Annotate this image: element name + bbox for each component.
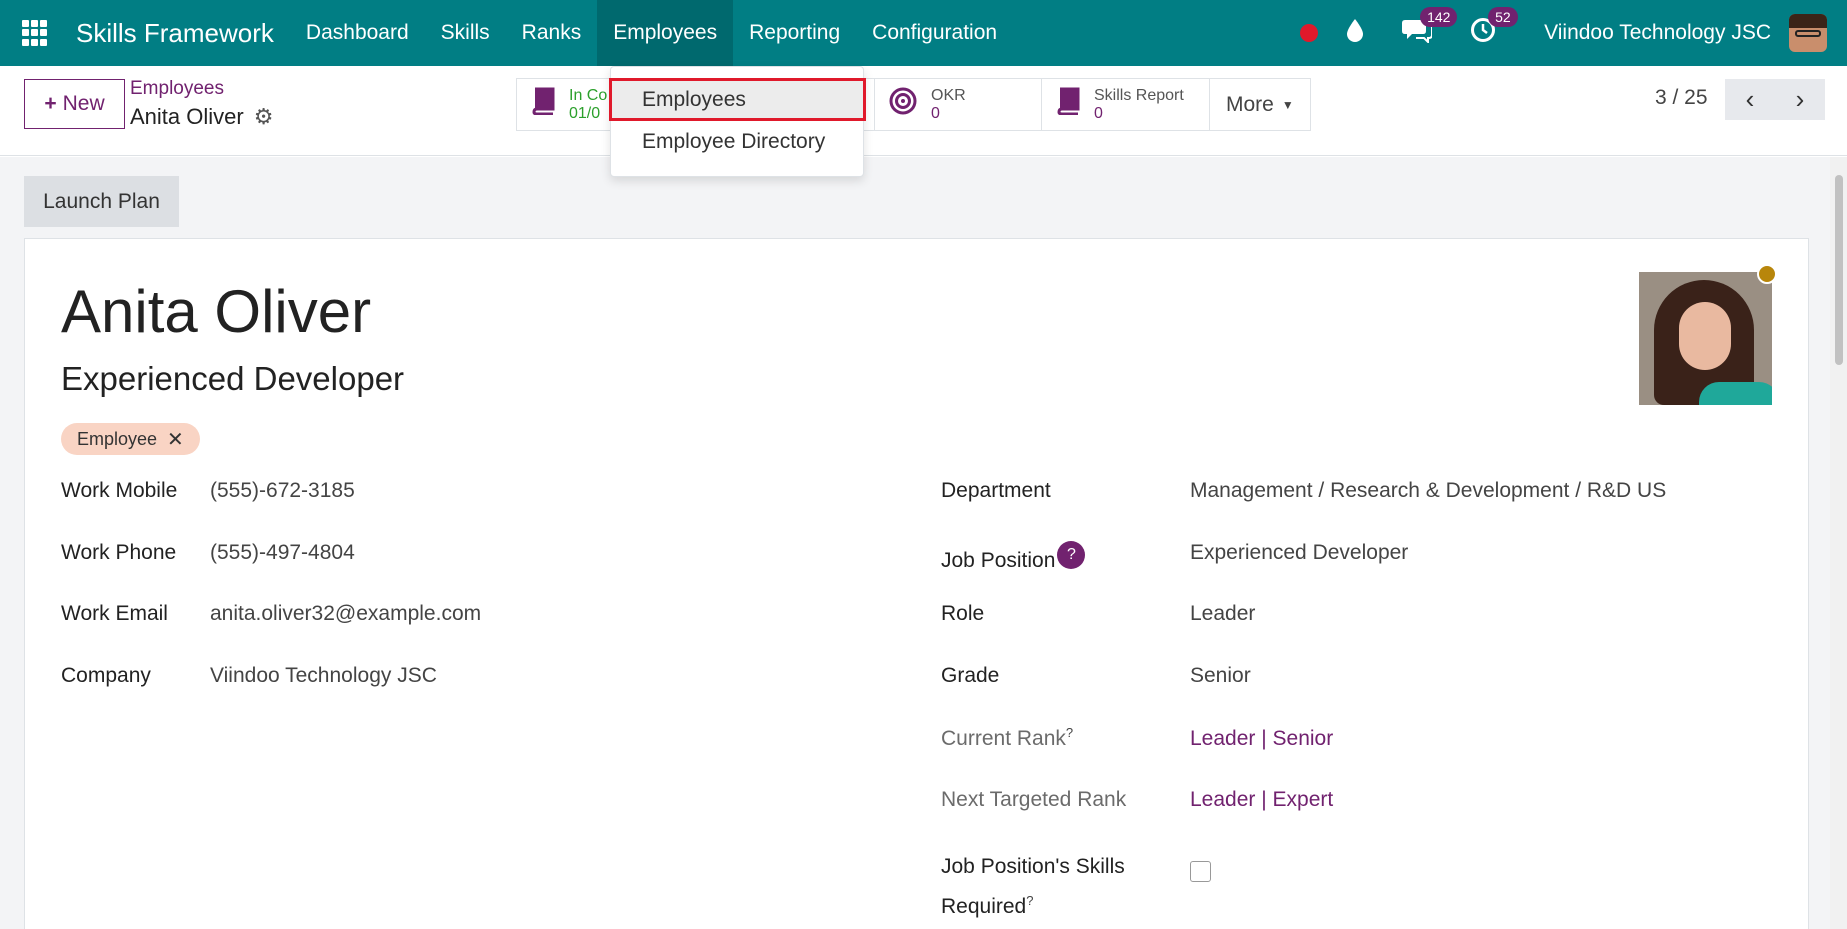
tag-label: Employee [77, 428, 158, 449]
label-job-position-text: Job Position [941, 549, 1056, 572]
launch-plan-button[interactable]: Launch Plan [24, 176, 179, 227]
user-avatar[interactable] [1789, 14, 1827, 52]
employee-name[interactable]: Anita Oliver [61, 277, 371, 346]
label-job-position: Job Position? [941, 541, 1086, 573]
pager-next-button[interactable]: › [1775, 79, 1825, 120]
stat-label-in-contract: In Co [569, 86, 608, 104]
skills-required-checkbox[interactable] [1190, 861, 1211, 882]
company-field[interactable]: Viindoo Technology JSC [210, 664, 437, 688]
chevron-left-icon: ‹ [1745, 84, 1755, 114]
more-stats-button[interactable]: More ▼ [1210, 79, 1310, 130]
stat-label-okr: OKR [931, 86, 966, 104]
breadcrumb-current-label: Anita Oliver [130, 104, 244, 129]
next-targeted-rank-link[interactable]: Leader | Expert [1190, 788, 1333, 812]
label-department: Department [941, 479, 1051, 502]
activities-badge: 52 [1488, 6, 1518, 27]
label-next-targeted-rank: Next Targeted Rank [941, 788, 1127, 811]
label-grade: Grade [941, 664, 1000, 687]
stat-button-okr[interactable]: OKR 0 [875, 79, 1042, 130]
label-job-position-skills-required: Job Position's Skills Required? [941, 850, 1125, 924]
stat-value-skills-report: 0 [1094, 104, 1103, 122]
stat-value-okr: 0 [931, 104, 940, 122]
label-skills-required-line1: Job Position's Skills [941, 855, 1125, 878]
work-email-field[interactable]: anita.oliver32@example.com [210, 602, 481, 626]
pager-previous-button[interactable]: ‹ [1725, 79, 1775, 120]
target-icon [889, 87, 917, 122]
help-icon[interactable]: ? [1057, 541, 1086, 569]
current-rank-link[interactable]: Leader | Senior [1190, 727, 1333, 751]
employee-photo[interactable] [1639, 272, 1772, 405]
label-work-mobile: Work Mobile [61, 479, 178, 502]
scrollbar-thumb[interactable] [1835, 175, 1843, 365]
app-brand[interactable]: Skills Framework [76, 18, 274, 49]
new-button[interactable]: + New [24, 79, 125, 129]
control-panel: + New Employees Anita Oliver ⚙ In Co 01/… [0, 66, 1847, 156]
presence-status-icon [1757, 264, 1777, 284]
tooltip-marker-icon[interactable]: ? [1066, 725, 1073, 740]
grade-field[interactable]: Senior [1190, 664, 1251, 688]
label-skills-required-line2: Required [941, 895, 1027, 918]
pager-counter[interactable]: 3 / 25 [1655, 86, 1708, 110]
plus-icon: + [44, 92, 57, 115]
label-work-email: Work Email [61, 602, 168, 625]
chevron-right-icon: › [1795, 84, 1805, 114]
caret-down-icon: ▼ [1281, 97, 1294, 112]
breadcrumb-current: Anita Oliver ⚙ [130, 104, 273, 130]
top-navbar: Skills Framework Dashboard Skills Ranks … [0, 0, 1847, 66]
menu-skills[interactable]: Skills [425, 0, 506, 66]
employee-tag: Employee ✕ [61, 423, 200, 455]
dropdown-item-employee-directory[interactable]: Employee Directory [611, 121, 865, 163]
menu-reporting[interactable]: Reporting [733, 0, 856, 66]
label-current-rank: Current Rank? [941, 725, 1073, 751]
more-label: More [1226, 92, 1274, 116]
remove-tag-icon[interactable]: ✕ [167, 427, 184, 452]
menu-configuration[interactable]: Configuration [856, 0, 1013, 66]
department-field[interactable]: Management / Research & Development / R&… [1190, 479, 1696, 503]
recording-indicator-icon[interactable] [1300, 24, 1319, 42]
drop-icon[interactable] [1346, 18, 1364, 49]
label-company: Company [61, 664, 151, 687]
messages-icon[interactable]: 142 [1402, 6, 1458, 50]
company-switcher[interactable]: Viindoo Technology JSC [1544, 21, 1771, 45]
stat-label-skills-report: Skills Report [1094, 86, 1184, 104]
book-icon [1056, 87, 1080, 122]
work-phone-field[interactable]: (555)-497-4804 [210, 541, 355, 565]
apps-menu-icon[interactable] [22, 20, 48, 46]
new-button-label: New [62, 92, 105, 115]
employee-job-title[interactable]: Experienced Developer [61, 360, 404, 398]
form-view-area: Launch Plan Anita Oliver Experienced Dev… [0, 157, 1830, 929]
role-field[interactable]: Leader [1190, 602, 1255, 626]
job-position-field[interactable]: Experienced Developer [1190, 541, 1408, 565]
tooltip-marker-icon[interactable]: ? [1026, 893, 1033, 908]
menu-employees[interactable]: Employees [597, 0, 734, 66]
book-icon [531, 87, 555, 122]
label-role: Role [941, 602, 985, 625]
messages-badge: 142 [1420, 6, 1458, 27]
activities-clock-icon[interactable]: 52 [1470, 6, 1518, 50]
stat-button-skills-report[interactable]: Skills Report 0 [1042, 79, 1210, 130]
menu-ranks[interactable]: Ranks [506, 0, 598, 66]
employee-form-sheet: Anita Oliver Experienced Developer Emplo… [24, 238, 1809, 929]
label-current-rank-text: Current Rank [941, 727, 1066, 750]
label-work-phone: Work Phone [61, 541, 177, 564]
highlight-annotation-box [609, 78, 866, 121]
menu-dashboard[interactable]: Dashboard [290, 0, 425, 66]
stat-value-in-contract: 01/0 [569, 104, 601, 122]
work-mobile-field[interactable]: (555)-672-3185 [210, 479, 355, 503]
breadcrumb-parent[interactable]: Employees [130, 78, 224, 100]
gear-icon[interactable]: ⚙ [254, 104, 274, 130]
